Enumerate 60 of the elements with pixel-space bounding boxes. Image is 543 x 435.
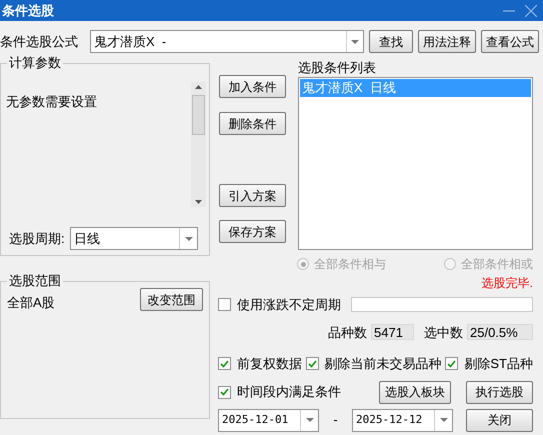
button[interactable]: 选股入板块 bbox=[379, 380, 451, 404]
button[interactable]: 查看公式 bbox=[481, 30, 539, 53]
close-icon[interactable] bbox=[525, 4, 537, 16]
start-date: 2025-12-01 bbox=[221, 412, 290, 428]
list-title: 选股条件列表 bbox=[298, 60, 377, 76]
button[interactable]: 引入方案 bbox=[219, 184, 286, 207]
period-input[interactable] bbox=[351, 297, 533, 312]
formula-dropdown[interactable]: 鬼才潜质X - bbox=[90, 30, 364, 53]
dropdown-caret-icon bbox=[306, 418, 314, 422]
checkbox[interactable] bbox=[445, 357, 458, 370]
check-icon bbox=[447, 360, 456, 368]
group-title: 选股范围 bbox=[7, 273, 63, 289]
button[interactable]: 保存方案 bbox=[219, 220, 286, 243]
status-text: 选股完毕. bbox=[482, 275, 533, 291]
minimize-icon[interactable] bbox=[503, 10, 515, 12]
end-date-picker[interactable]: 2025-12-12 bbox=[352, 408, 453, 432]
count-label: 品种数 bbox=[328, 324, 367, 342]
range-value: 全部A股 bbox=[7, 294, 55, 312]
button[interactable]: 加入条件 bbox=[219, 75, 286, 98]
checkbox-label: 时间段内满足条件 bbox=[237, 383, 341, 402]
button[interactable]: 用法注释 bbox=[418, 30, 476, 53]
check-icon bbox=[220, 388, 229, 396]
button[interactable]: 查找 bbox=[369, 30, 413, 53]
date-separator: - bbox=[332, 411, 339, 430]
dropdown-caret-icon bbox=[184, 236, 192, 240]
period-dropdown[interactable]: 日线 bbox=[70, 227, 198, 250]
group-title: 计算参数 bbox=[7, 55, 63, 71]
window-title: 条件选股 bbox=[2, 2, 54, 20]
button[interactable]: 关闭 bbox=[466, 408, 533, 432]
scroll-up-icon[interactable] bbox=[195, 85, 202, 89]
count-value: 5471 bbox=[371, 324, 414, 340]
scroll-thumb[interactable] bbox=[192, 94, 205, 134]
scrollbar[interactable] bbox=[191, 82, 206, 207]
end-date: 2025-12-12 bbox=[355, 412, 424, 428]
dropdown-caret-icon bbox=[440, 418, 448, 422]
checkbox[interactable] bbox=[218, 357, 231, 370]
radio-label: 全部条件相或 bbox=[461, 256, 533, 273]
formula-value: 鬼才潜质X - bbox=[93, 32, 168, 51]
checkbox[interactable] bbox=[218, 298, 231, 312]
period-label: 选股周期: bbox=[9, 230, 66, 248]
checkbox-label: 剔除ST品种 bbox=[464, 355, 533, 373]
check-icon bbox=[308, 360, 317, 368]
radio-label: 全部条件相与 bbox=[314, 256, 386, 273]
params-text: 无参数需要设置 bbox=[5, 93, 98, 111]
dropdown-caret-icon bbox=[351, 40, 359, 44]
button[interactable]: 改变范围 bbox=[140, 288, 203, 311]
button[interactable]: 删除条件 bbox=[219, 112, 286, 135]
check-icon bbox=[220, 360, 229, 368]
checkbox-label: 剔除当前未交易品种 bbox=[324, 355, 442, 373]
period-value: 日线 bbox=[73, 230, 101, 248]
checkbox[interactable] bbox=[218, 386, 231, 398]
checkbox[interactable] bbox=[306, 357, 319, 370]
scroll-down-icon[interactable] bbox=[195, 200, 202, 204]
checkbox-label: 前复权数据 bbox=[237, 355, 302, 373]
checkbox-label: 使用涨跌不定周期 bbox=[237, 296, 341, 314]
count-label: 选中数 bbox=[424, 324, 463, 342]
formula-label: 条件选股公式 bbox=[0, 32, 79, 51]
count-value: 25/0.5% bbox=[467, 324, 533, 340]
start-date-picker[interactable]: 2025-12-01 bbox=[218, 408, 319, 432]
button[interactable]: 执行选股 bbox=[466, 380, 533, 404]
